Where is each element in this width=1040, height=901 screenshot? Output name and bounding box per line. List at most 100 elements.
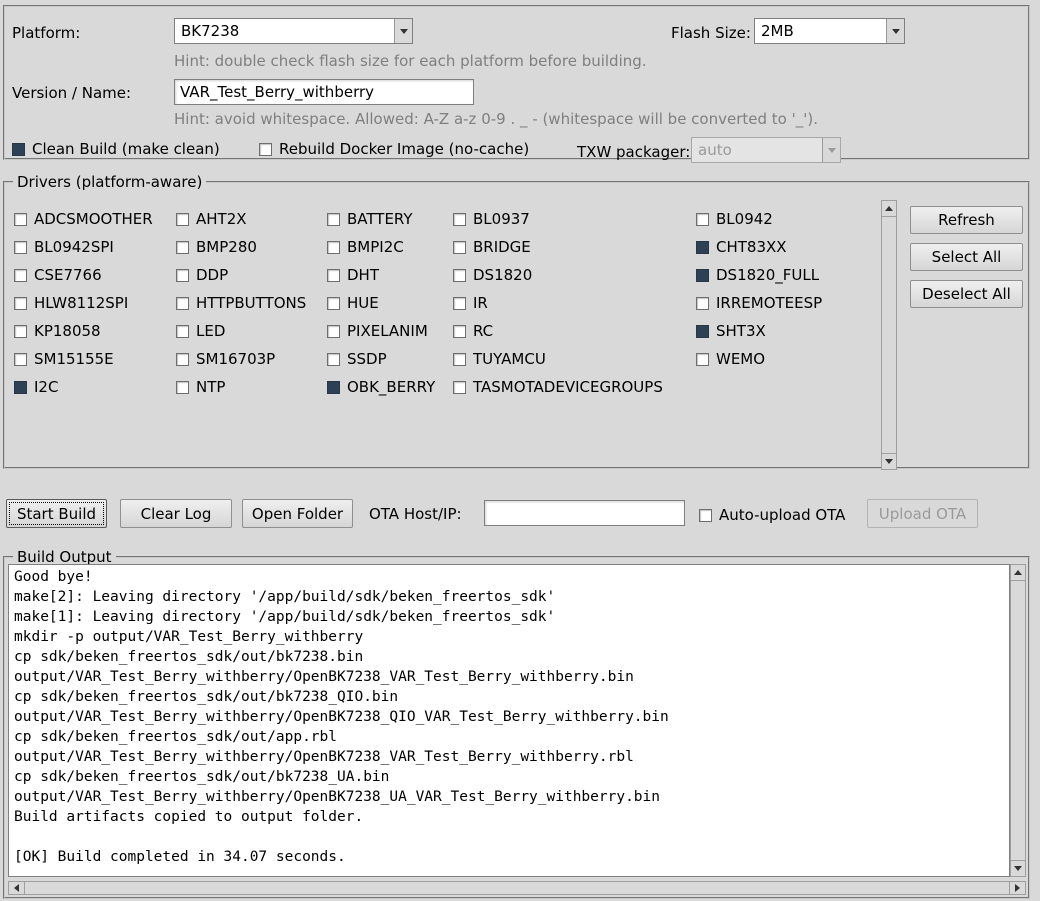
checkbox-indicator (14, 296, 27, 310)
start-build-button[interactable]: Start Build (6, 499, 107, 528)
driver-checkbox-ds1820_full[interactable]: DS1820_FULL (696, 266, 876, 284)
driver-checkbox-sm15155e[interactable]: SM15155E (14, 350, 176, 368)
log-lines: Good bye! make[2]: Leaving directory '/ap… (14, 567, 1004, 867)
driver-label: HUE (347, 294, 379, 312)
driver-checkbox-bmp280[interactable]: BMP280 (176, 238, 327, 256)
arrow-left-icon (14, 884, 19, 892)
log-line: output/VAR_Test_Berry_withberry/OpenBK72… (14, 789, 661, 805)
driver-label: SM16703P (196, 350, 276, 368)
checkbox-indicator (14, 240, 27, 254)
drivers-frame-title: Drivers (platform-aware) (13, 173, 207, 191)
build-output-log[interactable]: Good bye! make[2]: Leaving directory '/ap… (8, 564, 1010, 877)
scroll-right-button[interactable] (1009, 882, 1025, 894)
log-line: cp sdk/beken_freertos_sdk/out/app.rbl (14, 729, 338, 745)
driver-label: CHT83XX (716, 238, 787, 256)
scroll-up-button[interactable] (882, 201, 896, 217)
driver-checkbox-ddp[interactable]: DDP (176, 266, 327, 284)
driver-checkbox-ds1820[interactable]: DS1820 (453, 266, 696, 284)
checkbox-indicator (327, 296, 340, 310)
driver-checkbox-ntp[interactable]: NTP (176, 378, 327, 396)
auto-upload-ota-checkbox[interactable]: Auto-upload OTA (699, 506, 845, 524)
driver-checkbox-ssdp[interactable]: SSDP (327, 350, 453, 368)
log-vertical-scrollbar[interactable] (1010, 564, 1026, 877)
driver-label: RC (473, 322, 494, 340)
driver-checkbox-hlw8112spi[interactable]: HLW8112SPI (14, 294, 176, 312)
select-all-button[interactable]: Select All (910, 243, 1023, 271)
checkbox-indicator (327, 240, 340, 254)
driver-label: LED (196, 322, 226, 340)
driver-label: I2C (34, 378, 59, 396)
firmware-build-app: Platform: BK7238 Flash Size: 2MB Hint: d… (0, 0, 1040, 901)
checkbox-indicator (14, 380, 27, 394)
checkbox-indicator (696, 240, 709, 254)
checkbox-indicator (453, 324, 466, 338)
driver-label: HTTPBUTTONS (196, 294, 307, 312)
driver-checkbox-bl0942[interactable]: BL0942 (696, 210, 876, 228)
driver-label: BL0937 (473, 210, 530, 228)
scrollbar-thumb[interactable] (25, 882, 1009, 894)
scroll-down-button[interactable] (882, 453, 896, 469)
driver-label: DS1820 (473, 266, 533, 284)
platform-combobox-dropdown-button[interactable] (394, 19, 412, 43)
scroll-left-button[interactable] (9, 882, 25, 894)
ota-host-input[interactable] (484, 500, 685, 526)
drivers-scrollbar[interactable] (881, 200, 897, 470)
driver-checkbox-pixelanim[interactable]: PIXELANIM (327, 322, 453, 340)
checkbox-indicator (14, 324, 27, 338)
driver-checkbox-dht[interactable]: DHT (327, 266, 453, 284)
config-frame: Platform: BK7238 Flash Size: 2MB Hint: d… (3, 5, 1030, 163)
driver-checkbox-battery[interactable]: BATTERY (327, 210, 453, 228)
driver-checkbox-bl0937[interactable]: BL0937 (453, 210, 696, 228)
arrow-up-icon (1014, 570, 1022, 575)
deselect-all-button[interactable]: Deselect All (910, 280, 1023, 308)
driver-checkbox-httpbuttons[interactable]: HTTPBUTTONS (176, 294, 327, 312)
scroll-down-button[interactable] (1011, 860, 1025, 876)
driver-checkbox-wemo[interactable]: WEMO (696, 350, 876, 368)
driver-checkbox-cse7766[interactable]: CSE7766 (14, 266, 176, 284)
driver-checkbox-tuyamcu[interactable]: TUYAMCU (453, 350, 696, 368)
flash-size-combobox[interactable]: 2MB (754, 18, 905, 44)
scrollbar-thumb[interactable] (882, 217, 896, 453)
driver-checkbox-tasmotadevicegroups[interactable]: TASMOTADEVICEGROUPS (453, 378, 696, 396)
scrollbar-thumb[interactable] (1011, 581, 1025, 860)
driver-checkbox-obk_berry[interactable]: OBK_BERRY (327, 378, 453, 396)
driver-checkbox-rc[interactable]: RC (453, 322, 696, 340)
driver-checkbox-led[interactable]: LED (176, 322, 327, 340)
driver-checkbox-ir[interactable]: IR (453, 294, 696, 312)
driver-checkbox-cht83xx[interactable]: CHT83XX (696, 238, 876, 256)
driver-checkbox-adcsmoother[interactable]: ADCSMOOTHER (14, 210, 176, 228)
driver-checkbox-kp18058[interactable]: KP18058 (14, 322, 176, 340)
checkbox-indicator (453, 268, 466, 282)
driver-checkbox-bl0942spi[interactable]: BL0942SPI (14, 238, 176, 256)
checkbox-indicator (327, 268, 340, 282)
log-line: mkdir -p output/VAR_Test_Berry_withberry (14, 629, 364, 645)
checkbox-indicator (696, 324, 709, 338)
clean-build-checkbox[interactable]: Clean Build (make clean) (12, 140, 220, 158)
driver-label: NTP (196, 378, 226, 396)
driver-checkbox-aht2x[interactable]: AHT2X (176, 210, 327, 228)
checkbox-indicator (176, 296, 189, 310)
log-horizontal-scrollbar[interactable] (8, 881, 1026, 895)
checkbox-indicator (176, 240, 189, 254)
platform-combobox[interactable]: BK7238 (174, 18, 413, 44)
clear-log-button[interactable]: Clear Log (120, 499, 232, 528)
driver-checkbox-i2c[interactable]: I2C (14, 378, 176, 396)
version-name-input[interactable] (174, 79, 474, 105)
driver-checkbox-hue[interactable]: HUE (327, 294, 453, 312)
checkbox-indicator (696, 212, 709, 226)
arrow-down-icon (885, 459, 893, 464)
driver-checkbox-bmpi2c[interactable]: BMPI2C (327, 238, 453, 256)
flash-size-combobox-dropdown-button[interactable] (886, 19, 904, 43)
checkbox-indicator (453, 352, 466, 366)
refresh-button[interactable]: Refresh (910, 206, 1023, 234)
driver-checkbox-sht3x[interactable]: SHT3X (696, 322, 876, 340)
driver-label: WEMO (716, 350, 766, 368)
driver-checkbox-sm16703p[interactable]: SM16703P (176, 350, 327, 368)
open-folder-button[interactable]: Open Folder (242, 499, 353, 528)
driver-label: SSDP (347, 350, 387, 368)
checkbox-indicator (696, 352, 709, 366)
scroll-up-button[interactable] (1011, 565, 1025, 581)
driver-checkbox-bridge[interactable]: BRIDGE (453, 238, 696, 256)
rebuild-docker-checkbox[interactable]: Rebuild Docker Image (no-cache) (259, 140, 529, 158)
driver-checkbox-irremoteesp[interactable]: IRREMOTEESP (696, 294, 876, 312)
